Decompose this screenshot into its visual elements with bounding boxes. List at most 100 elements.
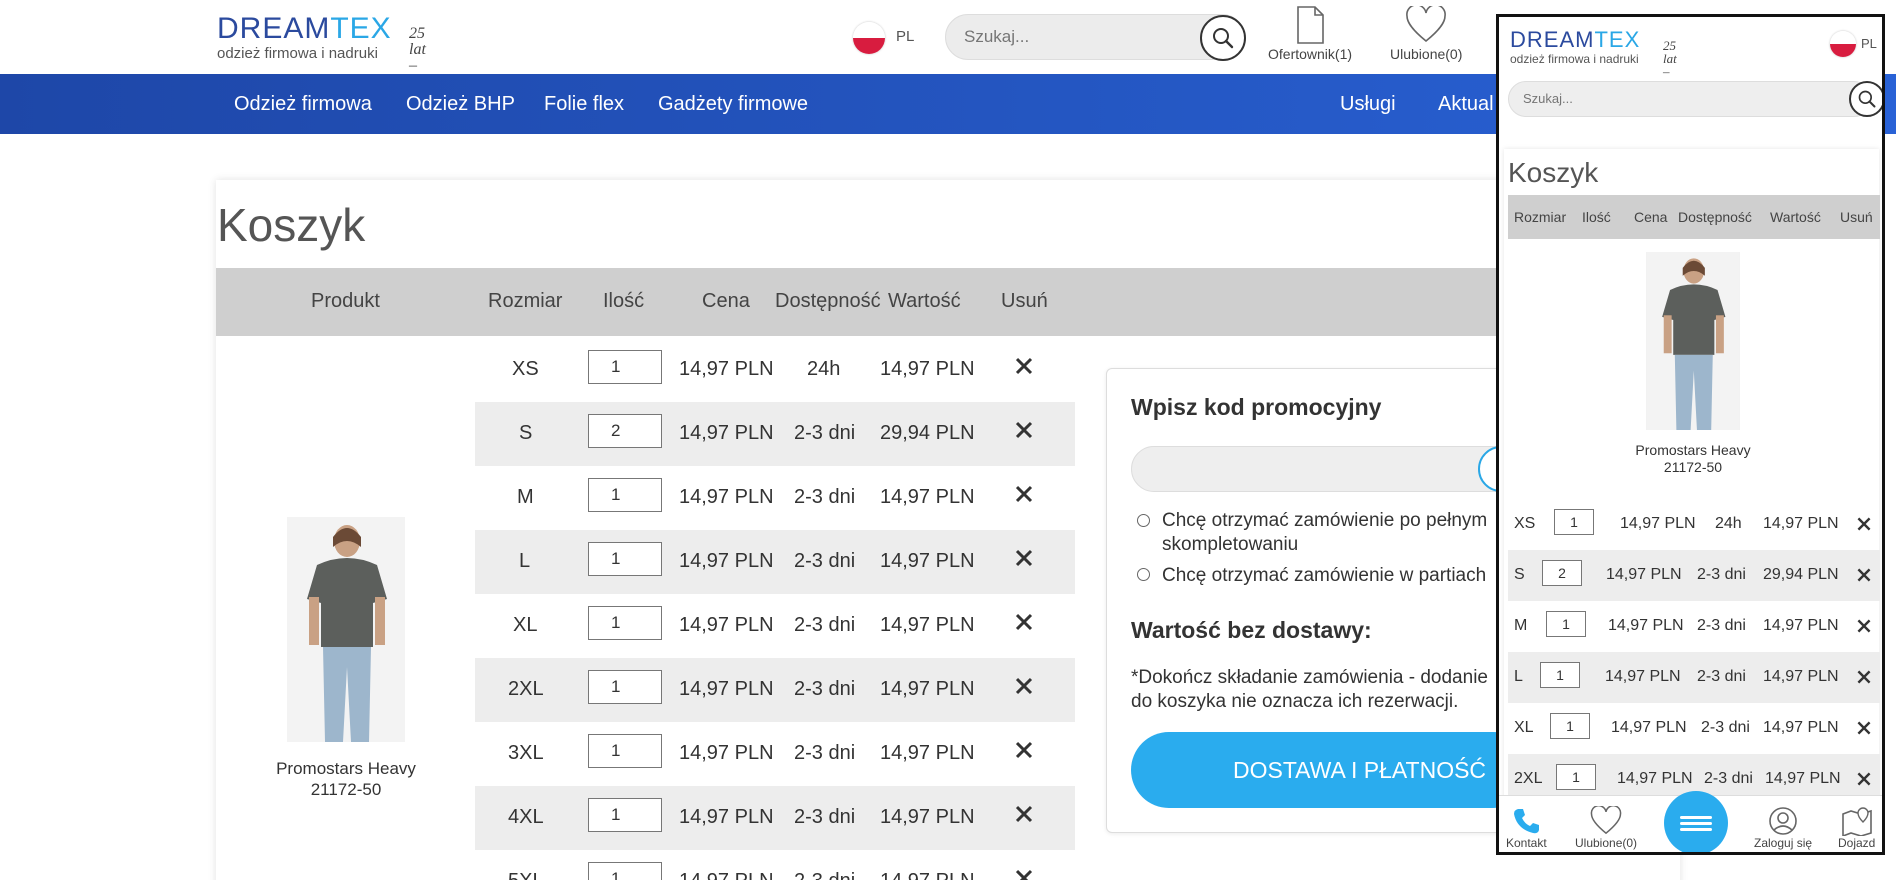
mobile-nav-contact[interactable]: Kontakt [1506,806,1547,850]
mobile-row-price: 14,97 PLN [1605,668,1681,685]
nav-item-odziez-bhp[interactable]: Odzież BHP [406,93,515,116]
language-label[interactable]: PL [896,28,914,45]
quantity-input[interactable]: 1 [588,862,662,880]
cart-row: XS 1 14,97 PLN 24h 14,97 PLN [475,338,1075,402]
mobile-quantity-input[interactable]: 1 [1550,713,1590,739]
mobile-remove-close-icon[interactable] [1856,720,1872,736]
mobile-nav-directions[interactable]: Dojazd [1838,806,1875,850]
quantity-input[interactable]: 1 [588,670,662,704]
mobile-remove-close-icon[interactable] [1856,771,1872,787]
radio-partial-order[interactable] [1137,568,1150,581]
cart-row: M 1 14,97 PLN 2-3 dni 14,97 PLN [475,466,1075,530]
remove-close-icon[interactable] [1014,356,1034,376]
nav-item-folie-flex[interactable]: Folie flex [544,93,624,116]
row-value: 29,94 PLN [880,422,975,444]
mobile-row-price: 14,97 PLN [1606,566,1682,583]
offer-link[interactable]: Ofertownik(1) [1268,6,1352,62]
row-value: 14,97 PLN [880,678,975,700]
mobile-col-value: Wartość [1770,209,1821,225]
delivery-payment-button[interactable]: DOSTAWA I PŁATNOŚĆ [1131,732,1531,808]
mobile-remove-close-icon[interactable] [1856,567,1872,583]
search-button[interactable] [1200,15,1246,61]
mobile-row-size: XL [1514,719,1534,736]
product-name[interactable]: Promostars Heavy 21172-50 [256,758,436,800]
mobile-flag-pl-icon[interactable] [1830,31,1856,57]
mobile-search-input[interactable] [1523,91,1803,106]
row-price: 14,97 PLN [679,614,774,636]
search-input[interactable] [964,27,1184,47]
product-image[interactable] [287,517,405,742]
mobile-language-label[interactable]: PL [1861,36,1877,51]
mobile-quantity-input[interactable]: 1 [1554,509,1594,535]
col-availability: Dostępność [775,290,881,312]
mobile-row-price: 14,97 PLN [1617,770,1693,787]
promo-code-input[interactable] [1131,446,1531,492]
mobile-row-size: 2XL [1514,770,1543,787]
cart-table-header: Produkt Rozmiar Ilość Cena Dostępność Wa… [216,268,1516,336]
mobile-logo-brand: DREAMTEX [1510,29,1640,51]
row-size: L [519,550,531,572]
row-size: 3XL [508,742,544,764]
mobile-cart-row: M 1 14,97 PLN 2-3 dni 14,97 PLN [1508,601,1880,652]
mobile-quantity-input[interactable]: 1 [1556,764,1596,790]
row-value: 14,97 PLN [880,614,975,636]
mobile-logo[interactable]: DREAMTEX odzież firmowa i nadruki 25 lat… [1510,29,1677,79]
col-qty: Ilość [603,290,645,312]
remove-close-icon[interactable] [1014,420,1034,440]
nav-item-aktualnosci[interactable]: Aktual [1438,93,1494,116]
worth-without-delivery: Wartość bez dostawy: [1131,617,1372,643]
row-size: M [517,486,534,508]
favorites-link[interactable]: Ulubione(0) [1390,6,1462,62]
flag-pl-icon[interactable] [853,22,885,54]
quantity-input[interactable]: 1 [588,734,662,768]
remove-close-icon[interactable] [1014,868,1034,880]
mobile-search-button[interactable] [1849,81,1882,117]
mobile-row-size: XS [1514,515,1536,532]
offer-label: Ofertownik(1) [1268,46,1353,62]
option-full-order-line2: skompletowaniu [1162,534,1299,555]
remove-close-icon[interactable] [1014,804,1034,824]
mobile-logo-tagline: odzież firmowa i nadruki [1510,52,1639,66]
row-availability: 2-3 dni [794,678,856,700]
quantity-input[interactable]: 1 [588,542,662,576]
mobile-nav-login[interactable]: Zaloguj się [1754,806,1812,850]
remove-close-icon[interactable] [1014,484,1034,504]
mobile-product-image[interactable] [1646,252,1740,430]
mobile-quantity-input[interactable]: 1 [1540,662,1580,688]
col-price: Cena [702,290,750,312]
nav-item-gadzety-firmowe[interactable]: Gadżety firmowe [658,93,808,116]
row-availability: 2-3 dni [794,614,856,636]
mobile-product-name[interactable]: Promostars Heavy 21172-50 [1603,442,1783,476]
quantity-input[interactable]: 1 [588,350,662,384]
nav-item-odziez-firmowa[interactable]: Odzież firmowa [234,93,372,116]
remove-close-icon[interactable] [1014,676,1034,696]
quantity-input[interactable]: 1 [588,798,662,832]
logo[interactable]: DREAMTEX odzież firmowa i nadruki 25 lat… [217,14,426,74]
mobile-nav-favorites[interactable]: Ulubione(0) [1575,806,1637,850]
quantity-input[interactable]: 2 [588,414,662,448]
quantity-input[interactable]: 1 [588,606,662,640]
reservation-note-line1: *Dokończ składanie zamówienia - dodanie [1131,667,1488,688]
logo-brand: DREAMTEX [217,14,392,44]
mobile-remove-close-icon[interactable] [1856,618,1872,634]
nav-item-uslugi[interactable]: Usługi [1340,93,1396,116]
logo-tagline: odzież firmowa i nadruki [217,45,378,62]
radio-full-order[interactable] [1137,514,1150,527]
mobile-remove-close-icon[interactable] [1856,669,1872,685]
mobile-quantity-input[interactable]: 2 [1542,560,1582,586]
mobile-row-size: M [1514,617,1528,634]
mobile-remove-close-icon[interactable] [1856,516,1872,532]
col-product: Produkt [311,290,380,312]
row-size: 4XL [508,806,544,828]
mobile-menu-button[interactable] [1664,791,1728,852]
remove-close-icon[interactable] [1014,548,1034,568]
row-price: 14,97 PLN [679,486,774,508]
remove-close-icon[interactable] [1014,612,1034,632]
quantity-input[interactable]: 1 [588,478,662,512]
row-price: 14,97 PLN [679,806,774,828]
mobile-quantity-input[interactable]: 1 [1546,611,1586,637]
cart-row: 3XL 1 14,97 PLN 2-3 dni 14,97 PLN [475,722,1075,786]
mobile-product-photo-icon [1646,252,1740,430]
row-price: 14,97 PLN [679,358,774,380]
remove-close-icon[interactable] [1014,740,1034,760]
